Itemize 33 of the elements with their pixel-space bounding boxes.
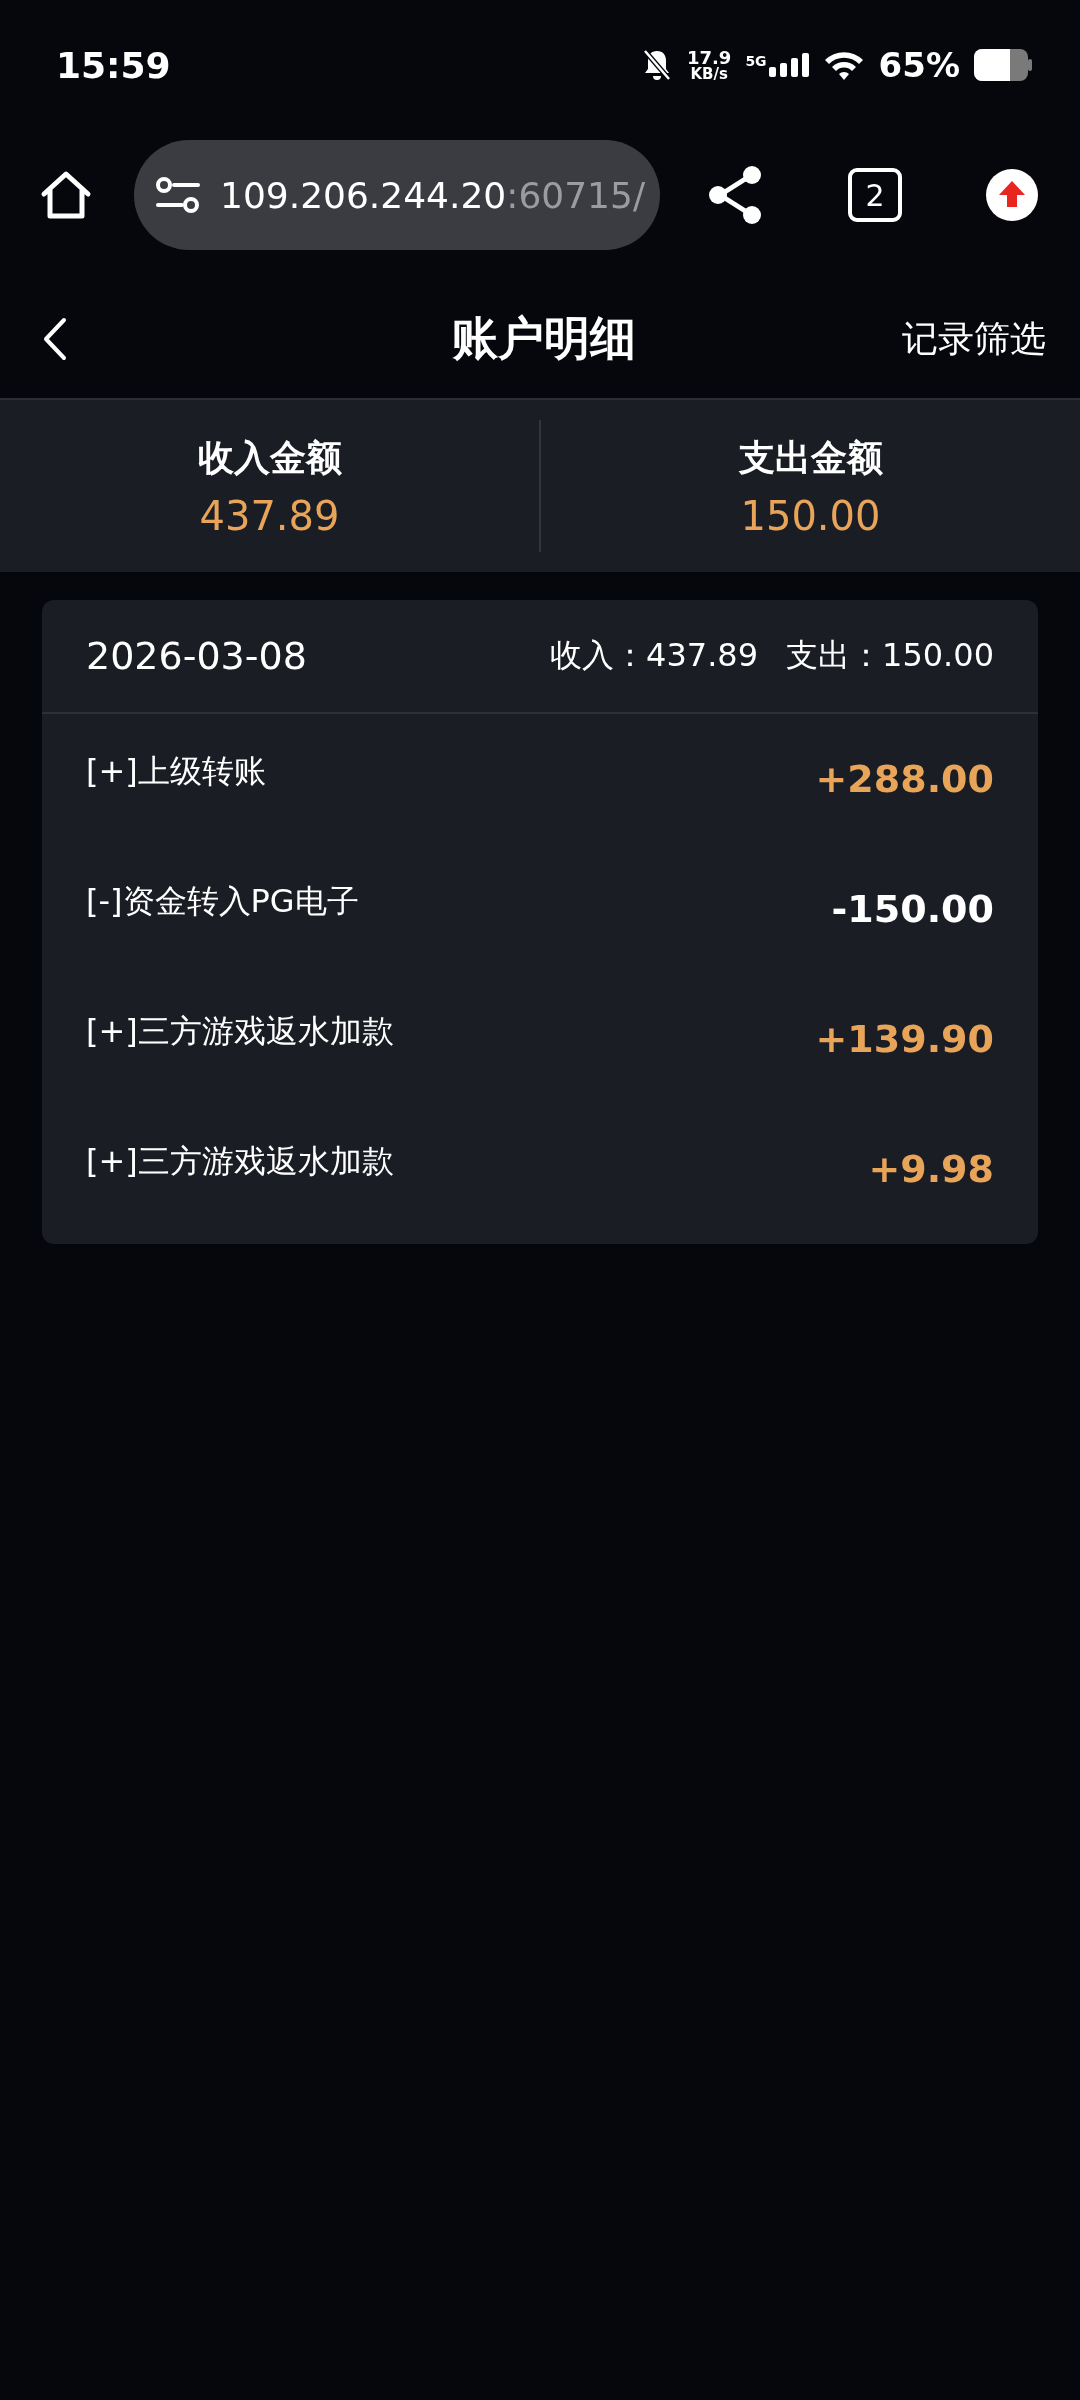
entry-amount: -150.00 (831, 887, 994, 931)
summary-amount: 150.00 (740, 492, 881, 539)
page-title: 账户明细 (452, 310, 636, 367)
address-bar[interactable]: 109.206.244.20:60715/ (134, 140, 660, 250)
day-expense: 支出：150.00 (786, 635, 994, 676)
site-settings-icon[interactable] (156, 177, 200, 213)
entry-title: [+]三方游戏返水加款 (86, 1011, 394, 1052)
url-host: 109.206.244.20 (220, 174, 507, 216)
summary-label: 收入金额 (197, 435, 342, 480)
summary-label: 支出金额 (738, 435, 883, 480)
network-type: 5G (745, 53, 767, 69)
entry-amount: +288.00 (815, 757, 994, 801)
day-date: 2026-03-08 (86, 634, 307, 678)
entry-title: [+]上级转账 (86, 751, 266, 792)
upload-icon[interactable] (986, 169, 1038, 221)
back-icon[interactable] (42, 317, 68, 361)
summary-amount: 437.89 (199, 492, 340, 539)
entry-amount: +139.90 (815, 1017, 994, 1061)
url-path: :60715/ (506, 174, 646, 216)
filter-button[interactable]: 记录筛选 (902, 314, 1046, 364)
battery-icon (974, 49, 1032, 81)
tab-count-button[interactable]: 2 (848, 168, 902, 222)
battery-percent: 65% (878, 45, 960, 85)
share-icon[interactable] (708, 166, 762, 224)
status-time: 15:59 (56, 44, 171, 86)
home-icon[interactable] (40, 170, 92, 220)
day-income: 收入：437.89 (550, 635, 759, 676)
speed-unit: KB/s (690, 66, 728, 82)
signal-icon (768, 53, 809, 77)
entry-title: [+]三方游戏返水加款 (86, 1141, 394, 1182)
entry-title: [-]资金转入PG电子 (86, 881, 359, 922)
speed-value: 17.9 (686, 48, 732, 67)
entry-amount: +9.98 (868, 1147, 994, 1191)
